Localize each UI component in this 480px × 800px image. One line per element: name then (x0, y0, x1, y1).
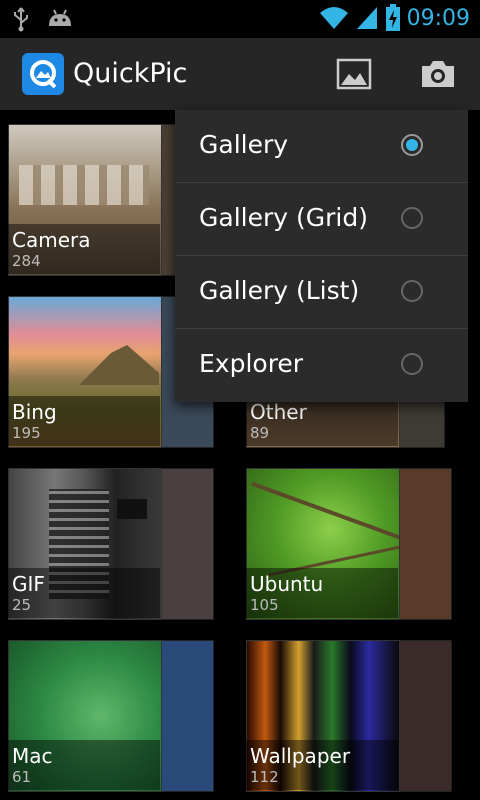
menu-item-gallery-list[interactable]: Gallery (List) (175, 256, 468, 329)
album-count: 61 (12, 768, 32, 786)
menu-item-label: Gallery (List) (199, 276, 360, 305)
radio-unselected-icon[interactable] (401, 353, 423, 375)
album-wallpaper[interactable]: Wallpaper 112 (238, 634, 456, 794)
menu-item-label: Gallery (Grid) (199, 203, 368, 232)
menu-item-label: Gallery (199, 130, 289, 159)
album-name: Camera (12, 228, 91, 252)
album-name: Mac (12, 744, 53, 768)
quickpic-logo-icon[interactable] (22, 53, 64, 95)
album-name: Other (250, 400, 307, 424)
system-icons: 09:09 (319, 4, 470, 32)
menu-item-gallery-grid[interactable]: Gallery (Grid) (175, 183, 468, 256)
album-name: Wallpaper (250, 744, 351, 768)
album-caption: Ubuntu 105 (246, 568, 398, 618)
album-name: Bing (12, 400, 57, 424)
album-count: 112 (250, 768, 279, 786)
action-bar: QuickPic (0, 38, 480, 110)
album-count: 89 (250, 424, 270, 442)
usb-icon (14, 7, 28, 32)
android-debug-icon (49, 9, 71, 26)
app-title: QuickPic (73, 58, 188, 89)
album-caption: Bing 195 (8, 396, 160, 446)
menu-item-label: Explorer (199, 349, 304, 378)
album-name: Ubuntu (250, 572, 324, 596)
view-mode-menu: Gallery Gallery (Grid) Gallery (List) Ex… (175, 110, 468, 402)
album-ubuntu[interactable]: Ubuntu 105 (238, 462, 456, 622)
radio-selected-icon[interactable] (401, 134, 423, 156)
album-gif[interactable]: GIF 25 (0, 462, 218, 622)
album-caption: GIF 25 (8, 568, 160, 618)
album-caption: Other 89 (246, 396, 398, 446)
status-bar: 09:09 (0, 0, 480, 38)
battery-charging-icon (385, 4, 400, 31)
album-count: 195 (12, 424, 41, 442)
camera-icon[interactable] (420, 56, 456, 92)
album-caption: Wallpaper 112 (246, 740, 398, 790)
album-count: 105 (250, 596, 279, 614)
album-count: 25 (12, 596, 32, 614)
menu-item-gallery[interactable]: Gallery (175, 110, 468, 183)
status-clock: 09:09 (406, 5, 470, 31)
radio-unselected-icon[interactable] (401, 207, 423, 229)
wifi-icon (319, 7, 348, 29)
album-count: 284 (12, 252, 41, 270)
album-caption: Camera 284 (8, 224, 160, 274)
image-view-icon[interactable] (336, 56, 372, 92)
album-name: GIF (12, 572, 45, 596)
notification-icons (10, 6, 74, 32)
radio-unselected-icon[interactable] (401, 280, 423, 302)
signal-icon (356, 7, 377, 29)
menu-item-explorer[interactable]: Explorer (175, 329, 468, 401)
album-caption: Mac 61 (8, 740, 160, 790)
album-mac[interactable]: Mac 61 (0, 634, 218, 794)
